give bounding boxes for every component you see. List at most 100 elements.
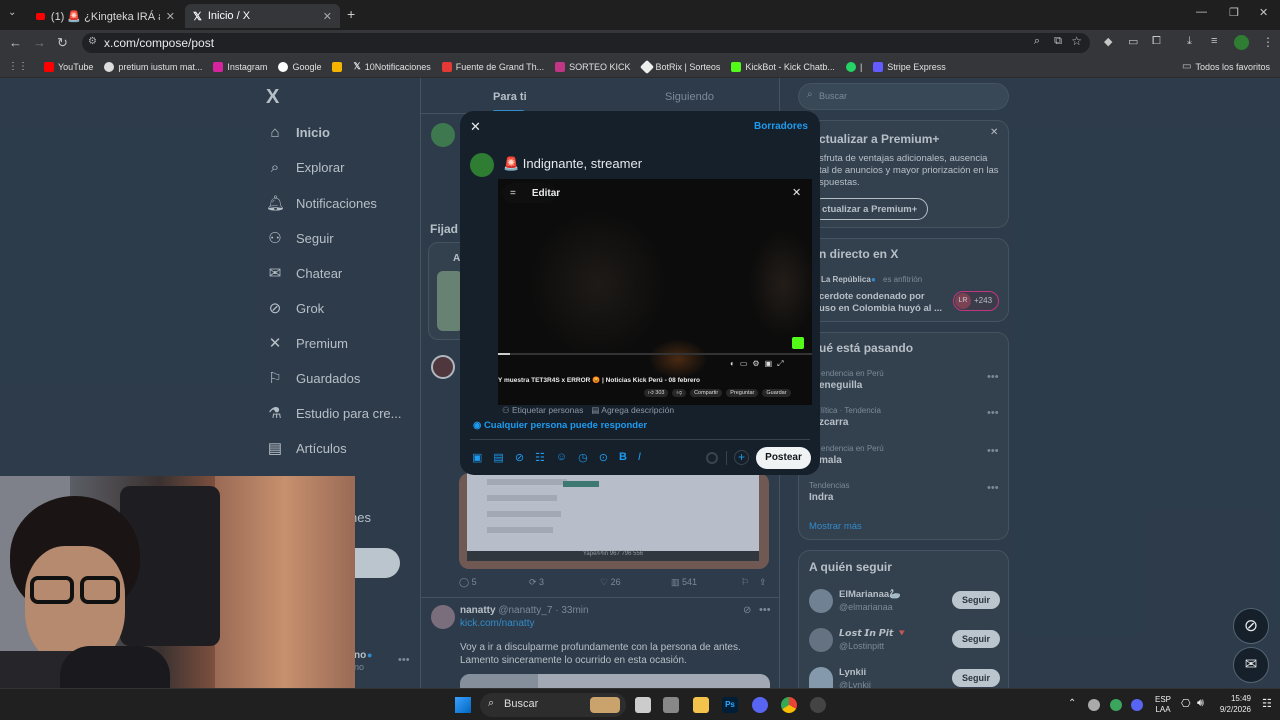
schedule-icon[interactable]: ◷: [578, 451, 588, 464]
address-bar[interactable]: ⚙ x.com/compose/post ⌕ ⧉ ☆: [82, 33, 1090, 53]
network-icon[interactable]: ⎔: [1181, 697, 1191, 710]
italic-icon[interactable]: I: [638, 451, 641, 464]
profile-avatar[interactable]: [1234, 35, 1249, 50]
video-controls[interactable]: ◐▭⚙▣⤢: [730, 359, 789, 369]
app-icon[interactable]: [663, 697, 679, 713]
video-save-button[interactable]: Guardar: [762, 389, 791, 397]
task-view-icon[interactable]: [635, 697, 651, 713]
tab-label: (1) 🚨 ¿Kingteka IRÁ a CANA?: [50, 10, 160, 23]
tray-icon[interactable]: [1110, 699, 1122, 711]
webcam-glasses: [30, 576, 74, 604]
bookmark-label: 10Notificaciones: [364, 61, 431, 72]
tag-people-button[interactable]: ⚇ Etiquetar personas: [502, 405, 583, 416]
bookmark-label: SORTEO KICK: [569, 61, 631, 72]
drafts-link[interactable]: Borradores: [754, 121, 808, 132]
instagram-icon: [213, 61, 224, 72]
edit-button[interactable]: = Editar: [502, 183, 560, 203]
bookmark-google[interactable]: Google: [278, 61, 321, 72]
maximize-icon[interactable]: ❐: [1229, 6, 1239, 19]
media-icon[interactable]: ≡: [1211, 35, 1217, 47]
new-tab-button[interactable]: +: [347, 6, 355, 22]
bookmark-sorteo-kick[interactable]: SORTEO KICK: [555, 61, 631, 72]
add-post-icon[interactable]: +: [734, 450, 749, 465]
all-bookmarks[interactable]: ▭ Todos los favoritos: [1182, 61, 1270, 72]
tray-icon[interactable]: [1131, 699, 1143, 711]
zoom-icon[interactable]: ⌕: [1034, 35, 1040, 48]
taskbar-search[interactable]: ⌕ Buscar: [480, 693, 626, 717]
extension-icon[interactable]: ◆: [1104, 35, 1112, 48]
search-highlight-icon: [590, 697, 620, 713]
image-icon[interactable]: ▣: [472, 451, 482, 464]
video-figure: [528, 209, 668, 359]
video-like-button[interactable]: 👍︎ 303: [644, 389, 669, 397]
bookmark-10notificaciones[interactable]: 𝕏 10Notificaciones: [353, 61, 430, 72]
file-explorer-icon[interactable]: [693, 697, 709, 713]
poll-icon[interactable]: ☷: [535, 451, 545, 464]
minimize-icon[interactable]: —: [1196, 6, 1207, 18]
location-icon[interactable]: ⊙: [599, 451, 608, 464]
emoji-icon[interactable]: ☺: [556, 451, 567, 464]
grok-icon[interactable]: ⊘: [515, 451, 524, 464]
edit-icon: =: [510, 187, 516, 199]
extensions-puzzle-icon[interactable]: ⧠: [1152, 35, 1161, 48]
remove-media-icon[interactable]: ✕: [792, 186, 801, 199]
download-icon[interactable]: ⤓: [1187, 35, 1192, 48]
language-indicator[interactable]: ESP LAA: [1155, 695, 1171, 715]
gif-icon[interactable]: ▤: [493, 451, 503, 464]
close-tab-icon[interactable]: ✕: [166, 10, 175, 23]
extension2-icon[interactable]: ▭: [1128, 35, 1138, 48]
discord-icon[interactable]: [752, 697, 768, 713]
video-dislike-button[interactable]: 👎︎: [672, 389, 687, 397]
share-icon[interactable]: ⧉: [1054, 35, 1062, 48]
video-caption: Y muestra TET3R4S x ERROR 😡 | Noticias K…: [498, 377, 700, 384]
photoshop-icon[interactable]: Ps: [722, 697, 738, 713]
bookmark-youtube[interactable]: YouTube: [44, 61, 93, 72]
close-modal-icon[interactable]: ✕: [470, 119, 481, 135]
video-ask-button[interactable]: Preguntar: [726, 389, 759, 397]
tray-expand-icon[interactable]: ⌃: [1068, 698, 1076, 709]
windows-start-icon[interactable]: [455, 697, 471, 713]
close-window-icon[interactable]: ✕: [1259, 6, 1268, 19]
folder-icon: ▭: [1182, 61, 1192, 72]
bookmark-instagram[interactable]: Instagram: [213, 61, 267, 72]
tab-search-icon[interactable]: ⌄: [8, 7, 16, 18]
bookmark-pinwheel[interactable]: [332, 61, 343, 72]
star-icon[interactable]: ☆: [1071, 34, 1082, 48]
bold-icon[interactable]: B: [619, 451, 627, 464]
browser-tab-bar: ⌄ (1) 🚨 ¿Kingteka IRÁ a CANA? ✕ 𝕏 Inicio…: [0, 0, 1280, 30]
browser-tab-x[interactable]: 𝕏 Inicio / X ✕: [185, 4, 340, 28]
bookmark-whatsapp[interactable]: |: [845, 61, 862, 72]
attached-video[interactable]: = Editar ✕ ◐▭⚙▣⤢ Y muestra TET3R4S x ERRO…: [498, 179, 812, 405]
bookmark-stripe[interactable]: Stripe Express: [873, 61, 946, 72]
post-button[interactable]: Postear: [756, 447, 811, 469]
grok-icon: ⊘: [1243, 616, 1259, 635]
tray-icon[interactable]: [1088, 699, 1100, 711]
menu-icon[interactable]: ⋮: [1262, 35, 1274, 49]
webcam-glasses: [80, 576, 120, 604]
video-share-button[interactable]: Compartir: [690, 389, 723, 397]
post-text-input[interactable]: 🚨 Indignante, streamer: [503, 156, 642, 172]
add-description-label: Agrega descripción: [601, 405, 675, 415]
site-info-icon[interactable]: ⚙: [88, 36, 97, 47]
reply-setting-button[interactable]: ◉ Cualquier persona puede responder: [473, 420, 647, 431]
browser-tab-youtube[interactable]: (1) 🚨 ¿Kingteka IRÁ a CANA? ✕: [28, 4, 183, 28]
chrome-icon[interactable]: [781, 697, 797, 713]
volume-icon[interactable]: 🔊︎: [1197, 697, 1204, 710]
messages-float-button[interactable]: ✉: [1233, 647, 1269, 683]
bookmark-pretium[interactable]: pretium iustum mat...: [104, 61, 202, 72]
bookmark-botrix[interactable]: BotRix | Sorteos: [639, 59, 720, 74]
close-tab-icon[interactable]: ✕: [323, 10, 332, 23]
add-description-button[interactable]: ▤ Agrega descripción: [591, 405, 674, 416]
apps-icon[interactable]: ⋮⋮: [8, 61, 28, 72]
bookmark-kickbot[interactable]: KickBot - Kick Chatb...: [731, 61, 835, 72]
notification-icon[interactable]: ☷: [1262, 697, 1272, 710]
video-progress[interactable]: [498, 353, 812, 355]
back-icon[interactable]: ←: [9, 35, 22, 50]
reload-icon[interactable]: ↻: [57, 35, 68, 51]
grok-float-button[interactable]: ⊘: [1233, 608, 1269, 644]
obs-icon[interactable]: [810, 697, 826, 713]
bookmark-grand-theft[interactable]: Fuente de Grand Th...: [441, 61, 544, 72]
clock[interactable]: 15:49 9/2/2026: [1217, 693, 1251, 715]
forward-icon[interactable]: →: [33, 35, 46, 50]
bookmark-label: Stripe Express: [887, 61, 946, 72]
